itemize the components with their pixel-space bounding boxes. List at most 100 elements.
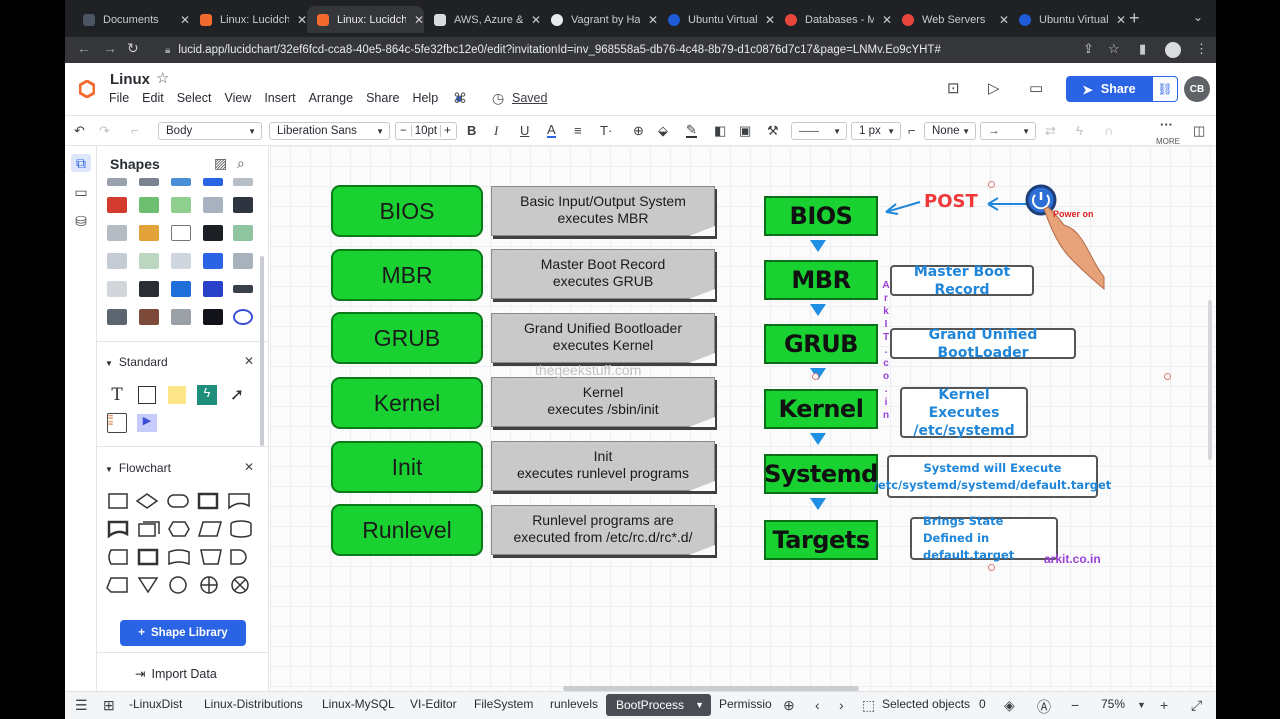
shape-thumbnail[interactable]: [171, 225, 191, 241]
browser-menu-icon[interactable]: ⋮: [1195, 41, 1208, 57]
text-shape-icon[interactable]: T: [107, 385, 127, 405]
avatar[interactable]: CB: [1184, 76, 1210, 102]
share-button[interactable]: ➤ Share: [1066, 76, 1152, 102]
document-title[interactable]: Linux: [110, 71, 150, 88]
data-database-icon[interactable]: ⛁: [71, 212, 91, 230]
gift-icon[interactable]: ⌘: [453, 90, 467, 107]
shape-thumbnail[interactable]: [107, 309, 127, 325]
section-flowchart-header[interactable]: ▼ Flowchart: [105, 461, 171, 475]
shape-thumbnail[interactable]: [203, 309, 223, 325]
zoom-level[interactable]: 75%: [1101, 697, 1125, 711]
boot-stage-box[interactable]: Kernel: [331, 377, 483, 429]
shape-thumbnail[interactable]: [107, 197, 127, 213]
share-page-icon[interactable]: ⇪: [1083, 41, 1094, 57]
resize-handle[interactable]: [988, 181, 995, 188]
text-options-icon[interactable]: T·: [600, 123, 612, 138]
align-icon[interactable]: ≡: [574, 123, 582, 138]
canvas[interactable]: BIOS MBR GRUB Kernel Init Runlevel Basic…: [270, 146, 1216, 691]
close-icon[interactable]: ✕: [1116, 13, 1126, 27]
lightning-shape-icon[interactable]: ϟ: [197, 385, 217, 405]
arrow-start-select[interactable]: None ▼: [924, 122, 976, 140]
close-icon[interactable]: ✕: [244, 460, 254, 474]
saved-status[interactable]: Saved: [512, 91, 547, 105]
shape-thumbnail[interactable]: [139, 281, 159, 297]
video-shape-icon[interactable]: ▶: [137, 414, 157, 432]
resize-handle[interactable]: [988, 564, 995, 571]
page-tab-active[interactable]: BootProcess ▼: [606, 694, 711, 716]
close-icon[interactable]: ✕: [648, 13, 658, 27]
close-icon[interactable]: ✕: [414, 13, 424, 27]
shape-thumbnail[interactable]: [203, 178, 223, 186]
prev-page-icon[interactable]: ‹: [815, 697, 820, 713]
rectangle-shape-icon[interactable]: [137, 386, 157, 404]
stage-description-note[interactable]: Kernel executes /sbin/init: [491, 377, 715, 427]
more-dots-icon[interactable]: ···: [1160, 117, 1173, 132]
shape-thumbnail[interactable]: [203, 253, 223, 269]
resize-handle[interactable]: [812, 373, 819, 380]
shape-thumbnail[interactable]: [107, 178, 127, 186]
boot-stage-box[interactable]: Init: [331, 441, 483, 493]
browser-tab[interactable]: Web Servers ✕: [892, 6, 1009, 33]
page-tab[interactable]: -LinuxDist: [129, 697, 182, 711]
copy-link-button[interactable]: ⛓: [1152, 76, 1178, 102]
undo-icon[interactable]: ↶: [74, 123, 85, 139]
browser-tab-active[interactable]: Linux: Lucidchart✕: [307, 6, 424, 33]
search-icon[interactable]: ⌕: [237, 155, 245, 172]
line-style-select[interactable]: —— ▼: [791, 122, 847, 140]
shape-thumbnail[interactable]: [171, 197, 191, 213]
boot-stage-box[interactable]: BIOS: [331, 185, 483, 237]
redo-icon[interactable]: ↷: [99, 123, 110, 139]
fill-opacity-icon[interactable]: ◧: [714, 123, 726, 139]
shapes-panel-icon[interactable]: ⧉: [71, 154, 91, 172]
shape-thumbnail[interactable]: [139, 197, 159, 213]
next-page-icon[interactable]: ›: [839, 697, 844, 713]
lock-shape-icon[interactable]: ∩: [1104, 123, 1113, 138]
stage-description-note[interactable]: Basic Input/Output System executes MBR: [491, 186, 715, 236]
shape-thumbnail[interactable]: [139, 253, 159, 269]
forward-arrow-icon[interactable]: →: [103, 40, 117, 56]
close-icon[interactable]: ✕: [531, 13, 541, 27]
shape-thumbnail[interactable]: [233, 197, 253, 213]
layers-icon[interactable]: ◈: [1004, 697, 1015, 714]
menu-share[interactable]: Share: [366, 91, 399, 105]
close-icon[interactable]: ✕: [882, 13, 892, 27]
page-list-icon[interactable]: ☰: [75, 697, 88, 714]
line-color-icon[interactable]: ✎: [686, 123, 697, 138]
close-icon[interactable]: ✕: [297, 13, 307, 27]
shape-thumbnail[interactable]: [139, 225, 159, 241]
shape-thumbnail[interactable]: [107, 281, 127, 297]
shape-thumbnail[interactable]: [171, 253, 191, 269]
shape-thumbnail[interactable]: [171, 281, 191, 297]
browser-tab[interactable]: Linux: Lucidchart✕: [190, 6, 307, 33]
resize-handle[interactable]: [1164, 373, 1171, 380]
sticky-note-icon[interactable]: [167, 386, 187, 404]
video-camera-icon[interactable]: ▭: [1029, 79, 1043, 97]
page-tab[interactable]: VI-Editor: [410, 697, 457, 711]
grid-view-icon[interactable]: ⊞: [103, 697, 115, 714]
menu-arrange[interactable]: Arrange: [309, 91, 353, 105]
close-icon[interactable]: ✕: [999, 13, 1009, 27]
import-data-button[interactable]: ⇥ Import Data: [135, 666, 217, 681]
shape-thumbnail[interactable]: [203, 225, 223, 241]
panel-scrollbar[interactable]: [260, 256, 264, 446]
shape-thumbnail[interactable]: [233, 309, 253, 325]
comment-icon[interactable]: ⊡: [947, 79, 960, 97]
image-search-icon[interactable]: ▨: [214, 155, 227, 172]
format-painter-icon[interactable]: ⌐: [131, 123, 139, 138]
page-tab[interactable]: Linux-Distributions: [204, 697, 303, 711]
list-shape-icon[interactable]: ≡ ≡: [107, 413, 127, 433]
arrow-shape-icon[interactable]: ➚: [227, 385, 247, 404]
fill-bucket-icon[interactable]: ⬙: [658, 123, 668, 139]
underline-icon[interactable]: U: [520, 123, 529, 138]
browser-tab[interactable]: Ubuntu Virtual Machine✕: [1009, 6, 1126, 33]
page-tab[interactable]: FileSystem: [474, 697, 533, 711]
close-icon[interactable]: ✕: [765, 13, 775, 27]
stage-description-note[interactable]: Runlevel programs are executed from /etc/…: [491, 505, 715, 555]
zoom-in-icon[interactable]: +: [1160, 697, 1168, 713]
chevron-down-icon[interactable]: ▼: [1137, 700, 1146, 710]
profile-icon[interactable]: [1165, 42, 1181, 58]
swap-arrows-icon[interactable]: ⇄: [1045, 123, 1056, 139]
stage-description-note[interactable]: Init executes runlevel programs: [491, 441, 715, 491]
panel-toggle-icon[interactable]: ◫: [1193, 123, 1205, 139]
shape-thumbnail[interactable]: [233, 178, 253, 186]
